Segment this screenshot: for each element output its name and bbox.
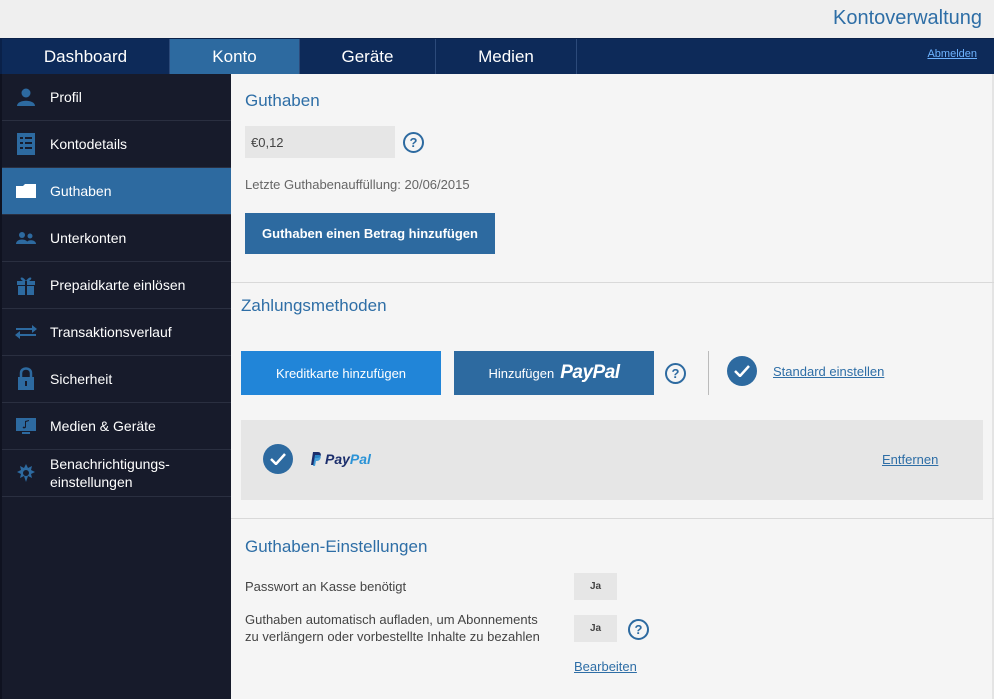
- help-icon[interactable]: ?: [403, 132, 424, 153]
- sidebar-item-label: Prepaidkarte einlösen: [50, 277, 186, 293]
- app-title: Kontoverwaltung: [833, 7, 982, 29]
- main-content: Guthaben €0,12 ? Letzte Guthabenauffüllu…: [231, 74, 994, 699]
- users-icon: [2, 231, 50, 245]
- sidebar-item-label: Medien & Geräte: [50, 418, 156, 434]
- top-bar: Kontoverwaltung: [0, 0, 994, 38]
- add-balance-button[interactable]: Guthaben einen Betrag hinzufügen: [245, 213, 495, 254]
- balance-value: €0,12: [245, 126, 395, 158]
- section-divider: [231, 518, 994, 519]
- sidebar-item-label-group: Benachrichtigungs- einstellungen: [50, 455, 170, 491]
- sidebar-item-unterkonten[interactable]: Unterkonten: [2, 215, 231, 262]
- checkmark-icon[interactable]: [263, 444, 293, 474]
- sidebar-item-label: Benachrichtigungs-: [50, 456, 170, 472]
- gift-icon: [2, 274, 50, 296]
- sidebar-item-label: Unterkonten: [50, 230, 127, 246]
- set-default-link[interactable]: Standard einstellen: [773, 364, 884, 379]
- tab-dashboard[interactable]: Dashboard: [2, 39, 170, 74]
- paypal-p-icon: [311, 452, 321, 466]
- sidebar-item-label-line2: einstellungen: [50, 474, 133, 490]
- help-icon[interactable]: ?: [665, 363, 686, 384]
- sidebar-item-prepaidkarte[interactable]: Prepaidkarte einlösen: [2, 262, 231, 309]
- add-paypal-button[interactable]: Hinzufügen PayPal: [454, 351, 654, 395]
- sidebar-item-label: Kontodetails: [50, 136, 128, 152]
- sidebar-item-label: Profil: [50, 89, 82, 105]
- setting-value: Ja: [574, 573, 617, 600]
- tab-geraete[interactable]: Geräte: [300, 39, 436, 74]
- sidebar-item-label: Guthaben: [50, 183, 112, 199]
- add-credit-card-button[interactable]: Kreditkarte hinzufügen: [241, 351, 441, 395]
- wallet-icon: [2, 183, 50, 199]
- vertical-divider: [708, 351, 709, 395]
- add-paypal-label: Hinzufügen: [488, 365, 555, 381]
- sidebar-item-transaktionsverlauf[interactable]: Transaktionsverlauf: [2, 309, 231, 356]
- sidebar: Profil Kontodetails Guthaben Unterkonten…: [0, 74, 231, 699]
- sidebar-item-label: Transaktionsverlauf: [50, 324, 172, 340]
- transfer-icon: [2, 324, 50, 340]
- help-icon[interactable]: ?: [628, 619, 649, 640]
- sidebar-item-label: Sicherheit: [50, 371, 113, 387]
- payment-method-row: Pay Pal Entfernen: [241, 420, 983, 500]
- sidebar-item-guthaben[interactable]: Guthaben: [2, 168, 231, 215]
- user-icon: [2, 88, 50, 106]
- settings-section-title: Guthaben-Einstellungen: [245, 537, 428, 556]
- paypal-logo-pal: Pal: [349, 451, 371, 467]
- notification-gear-icon: [2, 463, 50, 483]
- setting-value: Ja: [574, 615, 617, 642]
- sidebar-item-profil[interactable]: Profil: [2, 74, 231, 121]
- tab-medien[interactable]: Medien: [436, 39, 577, 74]
- paypal-logo-pay: Pay: [325, 451, 350, 467]
- sidebar-item-medien-geraete[interactable]: Medien & Geräte: [2, 403, 231, 450]
- sidebar-item-sicherheit[interactable]: Sicherheit: [2, 356, 231, 403]
- sidebar-item-kontodetails[interactable]: Kontodetails: [2, 121, 231, 168]
- payment-section-title: Zahlungsmethoden: [241, 296, 387, 315]
- document-icon: [2, 132, 50, 156]
- media-device-icon: [2, 417, 50, 435]
- setting-label: Passwort an Kasse benötigt: [245, 579, 407, 594]
- edit-link[interactable]: Bearbeiten: [574, 659, 637, 674]
- paypal-logo: PayPal: [311, 451, 371, 467]
- remove-link[interactable]: Entfernen: [882, 452, 938, 467]
- logout-link[interactable]: Abmelden: [927, 48, 977, 60]
- lock-icon: [2, 367, 50, 391]
- setting-label: Guthaben automatisch aufladen, um Abonne…: [245, 611, 540, 645]
- setting-label-line2: zu verlängern oder vorbestellte Inhalte …: [245, 629, 540, 644]
- setting-label-line1: Guthaben automatisch aufladen, um Abonne…: [245, 612, 538, 627]
- balance-section-title: Guthaben: [245, 91, 320, 110]
- tab-konto[interactable]: Konto: [170, 39, 300, 74]
- section-divider: [231, 282, 994, 283]
- sidebar-item-benachrichtigungen[interactable]: Benachrichtigungs- einstellungen: [2, 450, 231, 497]
- main-nav: Dashboard Konto Geräte Medien Abmelden: [0, 38, 994, 74]
- checkmark-icon[interactable]: [727, 356, 757, 386]
- paypal-logo: PayPal: [560, 362, 620, 383]
- last-topup-text: Letzte Guthabenauffüllung: 20/06/2015: [245, 177, 470, 192]
